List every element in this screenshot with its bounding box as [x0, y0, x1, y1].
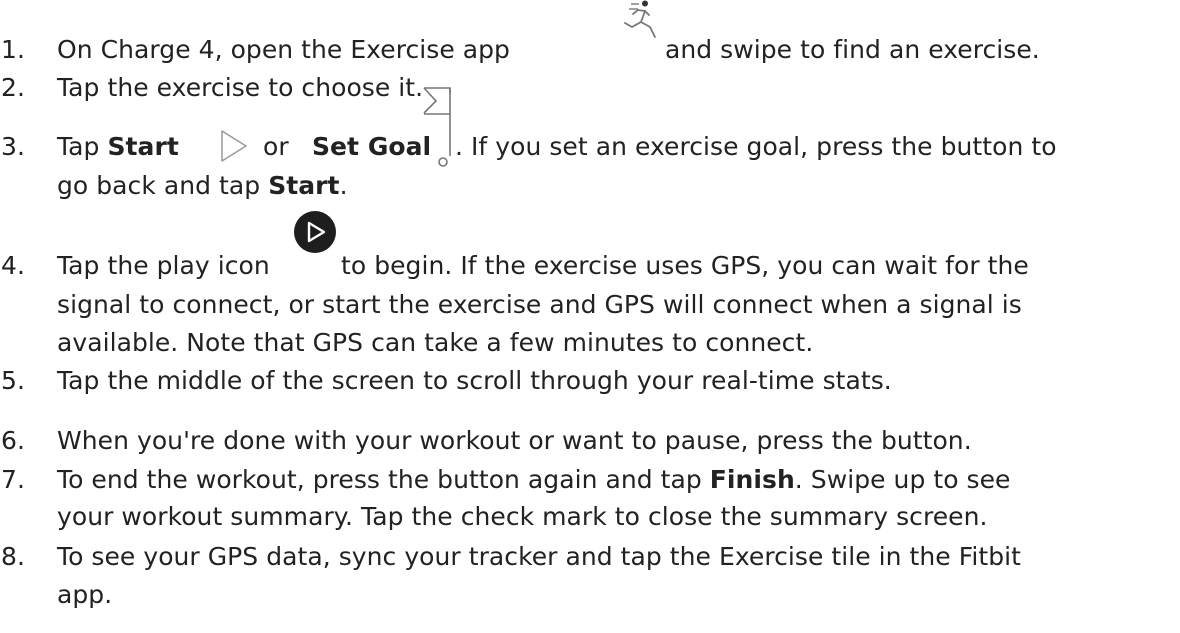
- step-8-text-a: To see your GPS data, sync your tracker …: [57, 542, 1021, 571]
- step-7-number: 7.: [1, 465, 25, 494]
- step-3-text-set-goal: Set Goal: [312, 132, 432, 161]
- step-8-text-b: app.: [57, 580, 113, 609]
- step-4-number: 4.: [1, 251, 25, 280]
- flag-goal-icon: [423, 87, 451, 167]
- step-3-text-b: . If you set an exercise goal, press the…: [455, 132, 1057, 161]
- step-4-text-a: Tap the play icon: [57, 251, 270, 280]
- step-3-text-or: or: [263, 132, 289, 161]
- step-6-number: 6.: [1, 426, 25, 455]
- step-1-number: 1.: [1, 35, 25, 64]
- running-figure-icon: [624, 0, 656, 38]
- step-3-number: 3.: [1, 132, 25, 161]
- instruction-document: 1. On Charge 4, open the Exercise app an…: [0, 0, 1180, 633]
- step-1-text-b: and swipe to find an exercise.: [665, 35, 1040, 64]
- step-4-text-d: available. Note that GPS can take a few …: [57, 328, 814, 357]
- step-1-text-a: On Charge 4, open the Exercise app: [57, 35, 510, 64]
- step-7-text-b: your workout summary. Tap the check mark…: [57, 502, 988, 531]
- step-5-text: Tap the middle of the screen to scroll t…: [57, 366, 892, 395]
- step-3-text-a: Tap Start: [57, 132, 179, 161]
- step-7-text-a: To end the workout, press the button aga…: [57, 465, 1011, 494]
- step-2-text: Tap the exercise to choose it.: [57, 73, 424, 102]
- play-circle-icon: [294, 211, 336, 253]
- step-3-text-c: go back and tap Start.: [57, 171, 348, 200]
- step-5-number: 5.: [1, 366, 25, 395]
- play-outline-icon: [221, 130, 247, 162]
- step-4-text-b: to begin. If the exercise uses GPS, you …: [341, 251, 1029, 280]
- step-2-number: 2.: [1, 73, 25, 102]
- step-4-text-c: signal to connect, or start the exercise…: [57, 290, 1022, 319]
- step-6-text: When you're done with your workout or wa…: [57, 426, 972, 455]
- step-8-number: 8.: [1, 542, 25, 571]
